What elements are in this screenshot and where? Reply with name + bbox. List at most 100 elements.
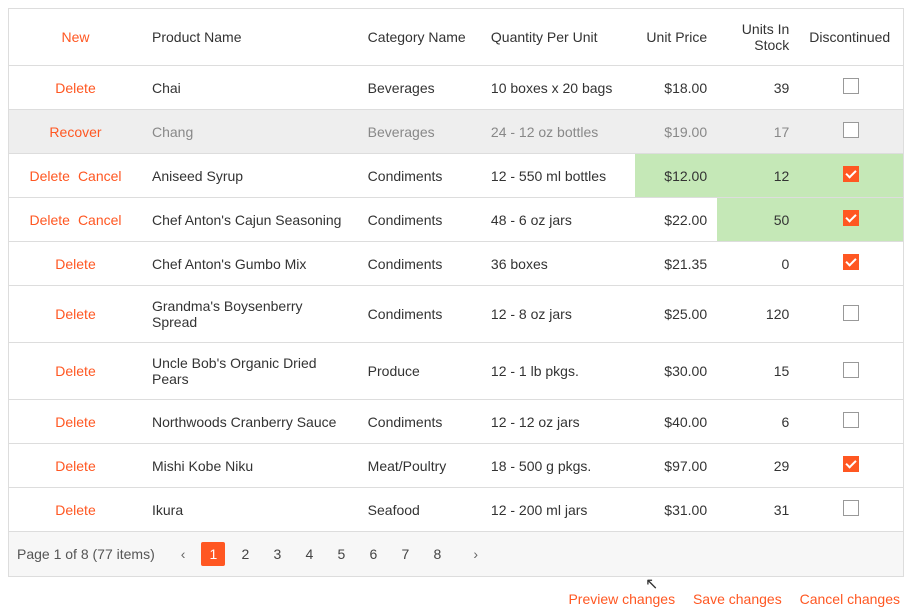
page-button-3[interactable]: 3: [265, 542, 289, 566]
cell-price[interactable]: $21.35: [635, 242, 717, 286]
col-discontinued[interactable]: Discontinued: [799, 9, 903, 66]
cell-category[interactable]: Produce: [358, 343, 481, 400]
cell-stock[interactable]: 6: [717, 400, 799, 444]
cell-price[interactable]: $19.00: [635, 110, 717, 154]
preview-changes-button[interactable]: Preview changes: [568, 591, 675, 607]
cell-stock[interactable]: 39: [717, 66, 799, 110]
cancel-changes-button[interactable]: Cancel changes: [800, 591, 900, 607]
cell-product-name[interactable]: Chai: [142, 66, 358, 110]
pager-info: Page 1 of 8 (77 items): [17, 546, 155, 562]
table-row: Delete Mishi Kobe NikuMeat/Poultry18 - 50…: [9, 444, 904, 488]
cell-qty[interactable]: 36 boxes: [481, 242, 635, 286]
cell-stock[interactable]: 31: [717, 488, 799, 532]
delete-button[interactable]: Delete: [55, 256, 95, 272]
delete-button[interactable]: Delete: [55, 502, 95, 518]
cell-qty[interactable]: 18 - 500 g pkgs.: [481, 444, 635, 488]
cell-qty[interactable]: 12 - 200 ml jars: [481, 488, 635, 532]
cell-price[interactable]: $40.00: [635, 400, 717, 444]
cell-stock[interactable]: 12: [717, 154, 799, 198]
cell-product-name[interactable]: Northwoods Cranberry Sauce: [142, 400, 358, 444]
delete-button[interactable]: Delete: [55, 414, 95, 430]
discontinued-checkbox[interactable]: [843, 166, 859, 182]
page-button-8[interactable]: 8: [425, 542, 449, 566]
discontinued-checkbox[interactable]: [843, 78, 859, 94]
cancel-button[interactable]: Cancel: [78, 168, 122, 184]
cell-price[interactable]: $22.00: [635, 198, 717, 242]
cell-price[interactable]: $97.00: [635, 444, 717, 488]
cell-product-name[interactable]: Chef Anton's Cajun Seasoning: [142, 198, 358, 242]
recover-button[interactable]: Recover: [49, 124, 101, 140]
cell-product-name[interactable]: Ikura: [142, 488, 358, 532]
discontinued-checkbox[interactable]: [843, 122, 859, 138]
cell-product-name[interactable]: Mishi Kobe Niku: [142, 444, 358, 488]
discontinued-checkbox[interactable]: [843, 500, 859, 516]
col-product-name[interactable]: Product Name: [142, 9, 358, 66]
cell-product-name[interactable]: Chef Anton's Gumbo Mix: [142, 242, 358, 286]
cell-price[interactable]: $31.00: [635, 488, 717, 532]
page-button-2[interactable]: 2: [233, 542, 257, 566]
cell-category[interactable]: Condiments: [358, 154, 481, 198]
cell-qty[interactable]: 12 - 12 oz jars: [481, 400, 635, 444]
col-category-name[interactable]: Category Name: [358, 9, 481, 66]
cell-category[interactable]: Meat/Poultry: [358, 444, 481, 488]
cell-qty[interactable]: 12 - 1 lb pkgs.: [481, 343, 635, 400]
cell-category[interactable]: Condiments: [358, 286, 481, 343]
cell-category[interactable]: Seafood: [358, 488, 481, 532]
cell-price[interactable]: $25.00: [635, 286, 717, 343]
cell-category[interactable]: Beverages: [358, 66, 481, 110]
cell-qty[interactable]: 12 - 550 ml bottles: [481, 154, 635, 198]
delete-button[interactable]: Delete: [29, 212, 69, 228]
cell-stock[interactable]: 120: [717, 286, 799, 343]
pager-next-icon[interactable]: ›: [467, 542, 484, 566]
page-button-7[interactable]: 7: [393, 542, 417, 566]
new-button[interactable]: New: [61, 29, 89, 45]
cell-price[interactable]: $18.00: [635, 66, 717, 110]
cell-product-name[interactable]: Aniseed Syrup: [142, 154, 358, 198]
cell-category[interactable]: Beverages: [358, 110, 481, 154]
col-qty-per-unit[interactable]: Quantity Per Unit: [481, 9, 635, 66]
cell-stock[interactable]: 17: [717, 110, 799, 154]
table-row: Delete Grandma's Boysenberry SpreadCondim…: [9, 286, 904, 343]
page-button-6[interactable]: 6: [361, 542, 385, 566]
page-button-1[interactable]: 1: [201, 542, 225, 566]
cell-qty[interactable]: 24 - 12 oz bottles: [481, 110, 635, 154]
footer-actions: Preview changes Save changes Cancel chan…: [8, 577, 904, 607]
cell-stock[interactable]: 15: [717, 343, 799, 400]
cell-product-name[interactable]: Chang: [142, 110, 358, 154]
col-units-in-stock[interactable]: Units In Stock: [717, 9, 799, 66]
cell-stock[interactable]: 29: [717, 444, 799, 488]
cell-product-name[interactable]: Uncle Bob's Organic Dried Pears: [142, 343, 358, 400]
delete-button[interactable]: Delete: [55, 306, 95, 322]
discontinued-checkbox[interactable]: [843, 362, 859, 378]
col-unit-price[interactable]: Unit Price: [635, 9, 717, 66]
save-changes-button[interactable]: Save changes: [693, 591, 782, 607]
cell-qty[interactable]: 10 boxes x 20 bags: [481, 66, 635, 110]
discontinued-checkbox[interactable]: [843, 305, 859, 321]
cell-price[interactable]: $30.00: [635, 343, 717, 400]
cell-category[interactable]: Condiments: [358, 242, 481, 286]
discontinued-checkbox[interactable]: [843, 254, 859, 270]
discontinued-checkbox[interactable]: [843, 210, 859, 226]
cell-stock[interactable]: 50: [717, 198, 799, 242]
cancel-button[interactable]: Cancel: [78, 212, 122, 228]
table-row: Delete Cancel Aniseed SyrupCondiments12 - …: [9, 154, 904, 198]
table-row: Delete ChaiBeverages10 boxes x 20 bags$18…: [9, 66, 904, 110]
cell-product-name[interactable]: Grandma's Boysenberry Spread: [142, 286, 358, 343]
delete-button[interactable]: Delete: [55, 458, 95, 474]
products-table: New Product Name Category Name Quantity …: [8, 8, 904, 532]
page-button-4[interactable]: 4: [297, 542, 321, 566]
delete-button[interactable]: Delete: [55, 80, 95, 96]
discontinued-checkbox[interactable]: [843, 412, 859, 428]
delete-button[interactable]: Delete: [29, 168, 69, 184]
page-button-5[interactable]: 5: [329, 542, 353, 566]
delete-button[interactable]: Delete: [55, 363, 95, 379]
cell-category[interactable]: Condiments: [358, 198, 481, 242]
table-row: Delete Uncle Bob's Organic Dried PearsPro…: [9, 343, 904, 400]
cell-price[interactable]: $12.00: [635, 154, 717, 198]
discontinued-checkbox[interactable]: [843, 456, 859, 472]
cell-category[interactable]: Condiments: [358, 400, 481, 444]
cell-qty[interactable]: 48 - 6 oz jars: [481, 198, 635, 242]
cell-qty[interactable]: 12 - 8 oz jars: [481, 286, 635, 343]
cell-stock[interactable]: 0: [717, 242, 799, 286]
pager-prev-icon[interactable]: ‹: [175, 542, 192, 566]
